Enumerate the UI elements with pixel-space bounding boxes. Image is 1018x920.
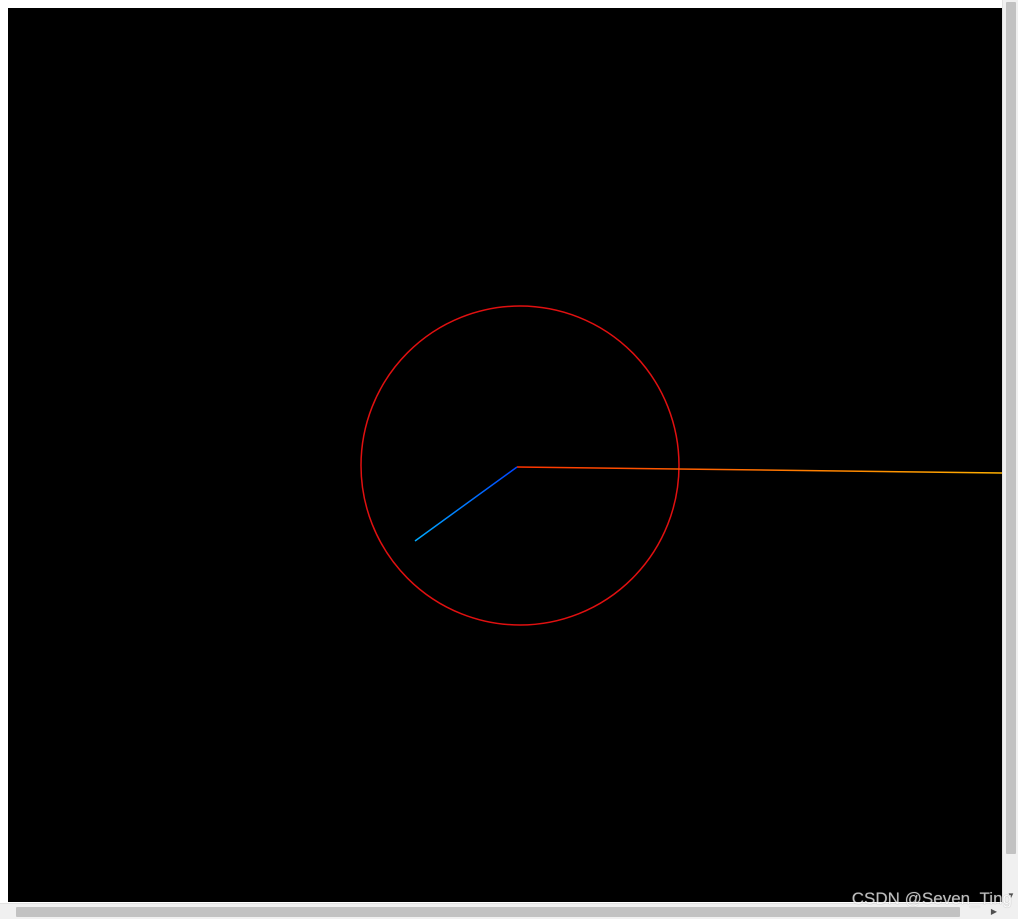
vertical-scrollbar[interactable]: ▼ (1002, 0, 1018, 903)
scroll-right-arrow-icon[interactable]: ▶ (986, 904, 1002, 920)
three-scene (360, 8, 1002, 626)
scrollbar-corner (1002, 903, 1018, 919)
webgl-canvas[interactable] (8, 8, 1002, 902)
z-axis-line (414, 466, 518, 542)
horizontal-scrollbar-thumb[interactable] (16, 907, 960, 917)
x-axis-line (516, 466, 1002, 474)
browser-viewport: ▼ ▶ CSDN @Seven_Ting (0, 0, 1018, 919)
scroll-down-arrow-icon[interactable]: ▼ (1003, 889, 1018, 903)
red-circle (360, 305, 680, 626)
vertical-scrollbar-thumb[interactable] (1006, 2, 1016, 854)
horizontal-scrollbar[interactable]: ▶ (0, 903, 1002, 919)
